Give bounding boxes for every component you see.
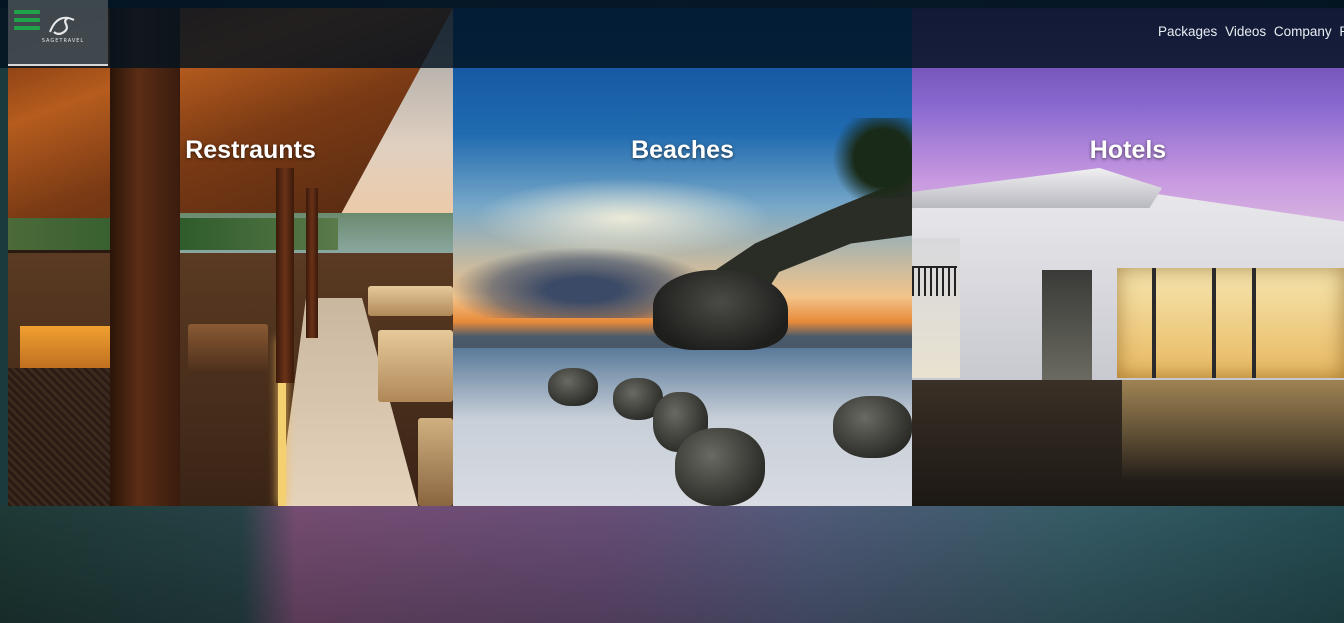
restaurant-main-pillar	[110, 8, 180, 506]
site-header: SAGETRAVEL Packages Videos Company Pa	[0, 0, 1344, 68]
card-hotels[interactable]: Hotels	[912, 8, 1344, 506]
restaurant-sofa	[188, 324, 268, 374]
restaurant-wicker-chair	[8, 368, 110, 506]
beach-rock	[833, 396, 912, 458]
hamburger-menu-icon[interactable]	[14, 10, 40, 30]
beach-rock	[548, 368, 598, 406]
hotel-door	[1042, 270, 1092, 380]
beach-big-rock	[653, 270, 788, 350]
hotel-wall	[912, 238, 960, 378]
card-restaurants[interactable]: Restraunts	[8, 8, 453, 506]
nav-company[interactable]: Company	[1274, 24, 1332, 39]
hotel-window-frame	[1212, 268, 1216, 378]
nav-item-truncated[interactable]: Pa	[1339, 24, 1344, 39]
restaurant-pillar	[276, 168, 294, 383]
restaurant-sofa	[418, 418, 453, 506]
logo-brand-text: SAGETRAVEL	[41, 38, 85, 44]
restaurant-sofa	[378, 330, 453, 402]
beach-rock	[675, 428, 765, 506]
hotel-window-frame	[1252, 268, 1256, 378]
beach-cloud	[473, 178, 773, 258]
s-travel-logo-icon	[49, 16, 75, 35]
card-title-hotels: Hotels	[1089, 136, 1167, 164]
hotel-window-frame	[1152, 268, 1156, 378]
nav-videos[interactable]: Videos	[1225, 24, 1266, 39]
restaurant-sofa	[368, 286, 453, 316]
hotel-floor-reflection	[1122, 380, 1344, 506]
card-title-restaurants: Restraunts	[185, 136, 316, 164]
hotel-railing	[912, 266, 957, 296]
card-beaches[interactable]: Beaches	[453, 8, 912, 506]
main-nav: Packages Videos Company Pa	[1158, 24, 1344, 39]
card-title-beaches: Beaches	[631, 136, 734, 164]
logo[interactable]: SAGETRAVEL	[8, 0, 108, 66]
restaurant-pillar	[306, 188, 318, 338]
nav-packages[interactable]: Packages	[1158, 24, 1217, 39]
